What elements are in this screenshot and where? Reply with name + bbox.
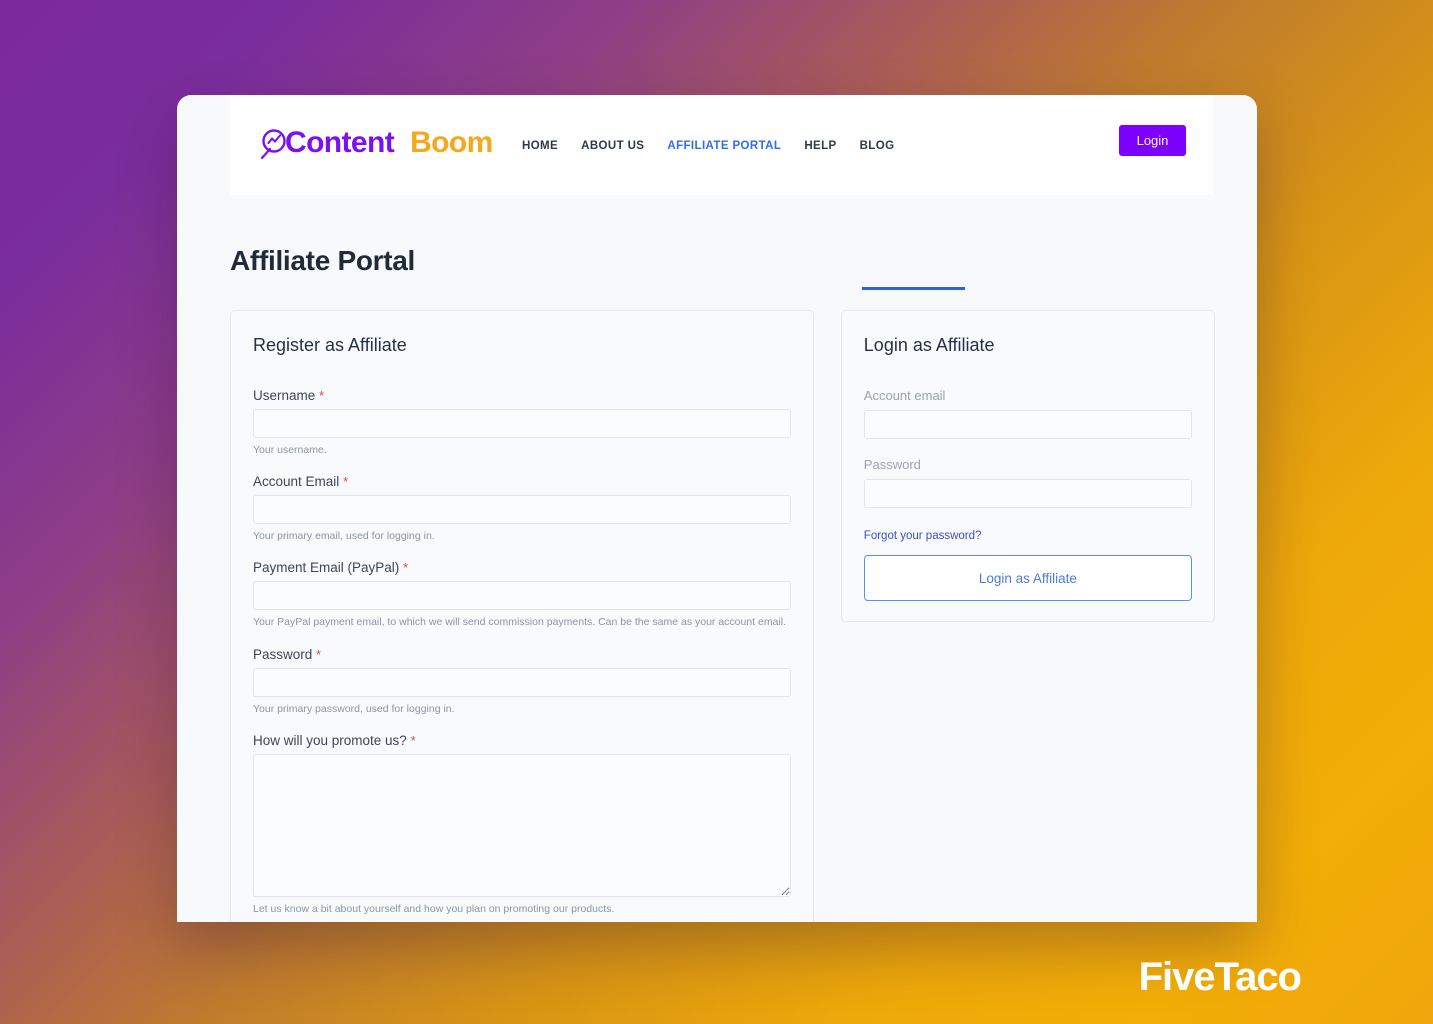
field-promote-label-text: How will you promote us?	[253, 732, 407, 748]
forgot-password-link[interactable]: Forgot your password?	[864, 530, 982, 542]
browser-window: Content Boom HOME ABOUT US AFFILIATE POR…	[177, 95, 1257, 922]
account-email-input[interactable]	[253, 495, 791, 525]
brand-word-secondary: Boom	[410, 126, 493, 159]
register-affiliate-card: Register as Affiliate Username * Your us…	[230, 310, 814, 922]
fivetaco-watermark: FiveTaco	[1138, 955, 1302, 999]
brand-logo[interactable]: Content Boom	[260, 126, 493, 160]
nav-active-indicator	[862, 287, 965, 290]
brand-word-primary: Content	[285, 126, 395, 159]
required-marker: *	[403, 560, 409, 576]
required-marker: *	[319, 388, 325, 403]
field-password: Password * Your primary password, used f…	[253, 647, 791, 716]
affiliate-login-submit-button[interactable]: Login as Affiliate	[863, 555, 1192, 601]
login-affiliate-card: Login as Affiliate Account email Passwor…	[840, 310, 1215, 622]
page-backdrop: Content Boom HOME ABOUT US AFFILIATE POR…	[0, 0, 1433, 1024]
field-login-password-label: Password	[863, 457, 921, 472]
login-card-title: Login as Affiliate	[863, 335, 995, 355]
register-card-title: Register as Affiliate	[253, 335, 407, 355]
main-nav: HOME ABOUT US AFFILIATE PORTAL HELP BLOG	[522, 136, 894, 156]
login-password-input[interactable]	[863, 479, 1192, 508]
field-login-email: Account email	[863, 388, 1192, 439]
field-password-hint: Your primary password, used for logging …	[253, 702, 455, 715]
field-password-label: Password *	[253, 647, 791, 662]
username-input[interactable]	[253, 409, 791, 438]
field-account-email-label: Account Email *	[253, 474, 791, 489]
nav-item-affiliate-portal[interactable]: AFFILIATE PORTAL	[667, 140, 781, 152]
page-title: Affiliate Portal	[230, 245, 416, 276]
field-promote: How will you promote us? * Let us know a…	[253, 733, 791, 916]
field-password-label-text: Password	[253, 646, 313, 662]
portal-columns: Register as Affiliate Username * Your us…	[230, 310, 1215, 922]
field-account-email: Account Email * Your primary email, used…	[253, 474, 791, 543]
field-username: Username * Your username.	[253, 388, 791, 457]
field-payment-email-hint: Your PayPal payment email, to which we w…	[253, 616, 787, 629]
required-marker: *	[410, 732, 416, 748]
promote-textarea[interactable]	[253, 753, 791, 897]
required-marker: *	[343, 474, 349, 490]
nav-item-blog[interactable]: BLOG	[860, 140, 895, 152]
login-email-input[interactable]	[863, 410, 1192, 439]
magnifier-chart-icon	[260, 126, 286, 160]
required-marker: *	[316, 646, 322, 662]
payment-email-input[interactable]	[253, 581, 791, 611]
nav-item-about-us[interactable]: ABOUT US	[581, 140, 644, 152]
field-promote-hint: Let us know a bit about yourself and how…	[253, 902, 615, 915]
site-header: Content Boom HOME ABOUT US AFFILIATE POR…	[230, 95, 1213, 195]
field-payment-email: Payment Email (PayPal) * Your PayPal pay…	[253, 560, 791, 629]
field-username-label: Username *	[253, 388, 791, 403]
field-username-label-text: Username	[253, 388, 316, 403]
field-username-hint: Your username.	[253, 444, 327, 456]
field-promote-label: How will you promote us? *	[253, 733, 791, 748]
field-account-email-hint: Your primary email, used for logging in.	[253, 530, 435, 543]
field-payment-email-label-text: Payment Email (PayPal)	[253, 560, 400, 576]
nav-item-home[interactable]: HOME	[522, 140, 558, 152]
nav-item-help[interactable]: HELP	[804, 140, 836, 152]
field-login-password: Password	[863, 457, 1192, 508]
field-account-email-label-text: Account Email	[253, 474, 340, 490]
password-input[interactable]	[253, 667, 791, 697]
field-payment-email-label: Payment Email (PayPal) *	[253, 560, 791, 575]
header-login-button[interactable]: Login	[1119, 125, 1186, 156]
field-login-email-label: Account email	[863, 388, 946, 403]
